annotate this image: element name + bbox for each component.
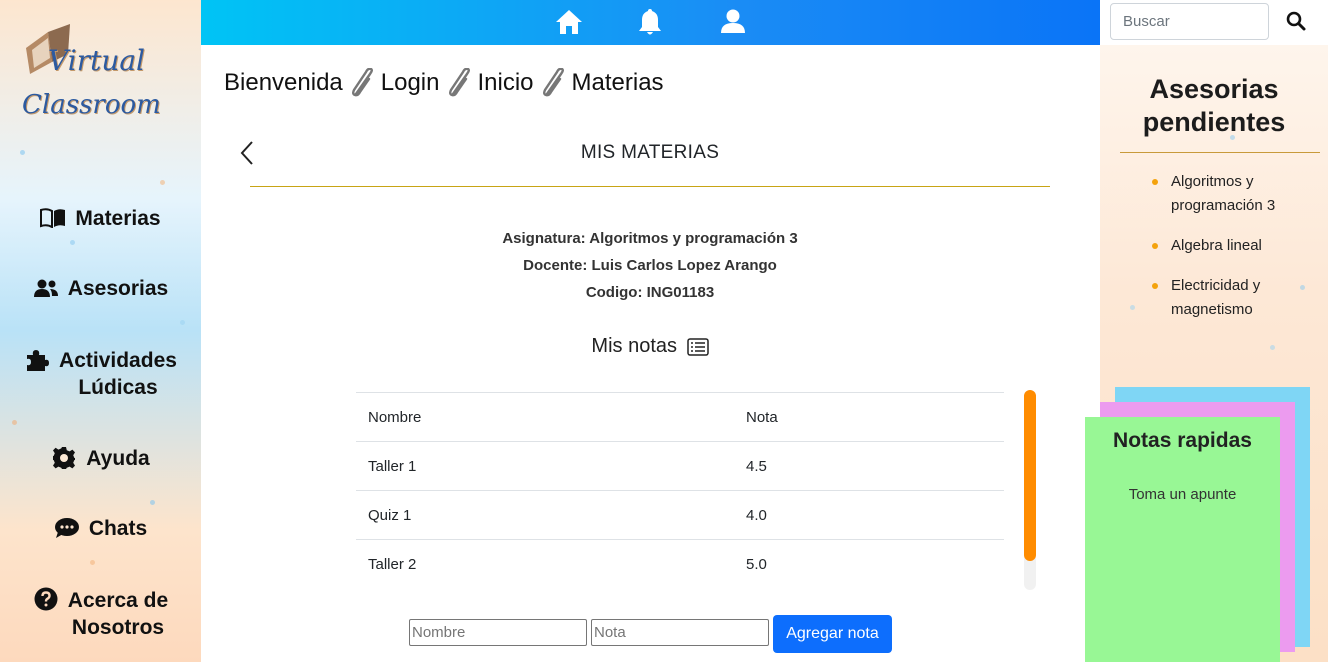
bell-icon[interactable]: [635, 7, 665, 37]
confetti-dot: [20, 150, 25, 155]
pending-advisories-list: Algoritmos y programación 3 Algebra line…: [1150, 170, 1315, 338]
search-input[interactable]: [1110, 3, 1269, 40]
home-icon[interactable]: [554, 7, 584, 37]
list-icon: [686, 337, 709, 356]
grades-heading-text: Mis notas: [591, 335, 678, 357]
confetti-dot: [70, 240, 75, 245]
logo-text-virtual: Virtual: [48, 44, 146, 77]
grade-name-cell: Taller 2: [356, 539, 734, 589]
title-divider: [250, 186, 1050, 187]
book-icon: [40, 207, 66, 229]
paperclip-icon: [448, 68, 470, 97]
pending-advisories-title: Asesorias pendientes: [1142, 74, 1286, 137]
add-grade-button[interactable]: Agregar nota: [773, 615, 892, 653]
grades-table-container[interactable]: Nombre Nota Taller 1 4.5 Quiz 1 4.0 Tall…: [356, 392, 1004, 590]
table-scrollbar-thumb[interactable]: [1024, 390, 1036, 561]
chat-icon: [54, 517, 80, 539]
table-row: Taller 1 4.5: [356, 441, 1004, 491]
column-header-nombre: Nombre: [356, 392, 734, 442]
confetti-dot: [1130, 305, 1135, 310]
list-item[interactable]: Electricidad y magnetismo: [1150, 274, 1315, 322]
breadcrumb-materias[interactable]: Materias: [572, 69, 664, 97]
sidebar-item-materias[interactable]: Materias: [0, 204, 201, 232]
confetti-dot: [160, 180, 165, 185]
user-icon[interactable]: [718, 7, 748, 37]
paperclip-icon: [351, 68, 373, 97]
search-icon[interactable]: [1285, 10, 1307, 32]
list-item[interactable]: Algoritmos y programación 3: [1150, 170, 1315, 218]
quick-notes-input[interactable]: Toma un apunte: [1085, 486, 1280, 503]
virtual-classroom-logo[interactable]: Virtual Classroom: [18, 18, 163, 133]
sidebar-item-actividades-ludicas[interactable]: Actividades Lúdicas: [0, 346, 201, 402]
grade-value-cell: 4.0: [734, 490, 1004, 540]
breadcrumb-inicio[interactable]: Inicio: [478, 69, 534, 97]
confetti-dot: [90, 560, 95, 565]
breadcrumb-login[interactable]: Login: [381, 69, 440, 97]
confetti-dot: [180, 320, 185, 325]
sidebar-item-label: Actividades Lúdicas: [59, 349, 177, 399]
grade-name-cell: Quiz 1: [356, 490, 734, 540]
breadcrumb-bienvenida[interactable]: Bienvenida: [224, 69, 343, 97]
grade-value-cell: 4.5: [734, 441, 1004, 491]
grade-value-cell: 5.0: [734, 539, 1004, 589]
sidebar-item-label: Materias: [75, 206, 161, 230]
breadcrumb: Bienvenida Login Inicio Materias: [224, 68, 664, 98]
sidebar-item-label: Ayuda: [86, 446, 150, 470]
grade-value-input[interactable]: [591, 619, 769, 646]
sidebar-item-chats[interactable]: Chats: [0, 514, 201, 542]
gear-icon: [51, 447, 77, 469]
confetti-dot: [12, 420, 17, 425]
column-header-nota: Nota: [734, 392, 1004, 442]
table-header-row: Nombre Nota: [356, 392, 1004, 442]
list-item[interactable]: Algebra lineal: [1150, 234, 1315, 258]
sidebar-item-asesorias[interactable]: Asesorias: [0, 274, 201, 302]
confetti-dot: [1270, 345, 1275, 350]
sidebar: Virtual Classroom Materias Asesorias Act…: [0, 0, 201, 662]
sidebar-item-label: Asesorias: [67, 276, 169, 300]
table-row: Taller 2 5.0: [356, 539, 1004, 589]
pending-divider: [1120, 152, 1320, 153]
question-icon: [33, 587, 59, 611]
grades-table: Nombre Nota Taller 1 4.5 Quiz 1 4.0 Tall…: [356, 392, 1004, 589]
sidebar-item-acerca-de-nosotros[interactable]: Acerca de Nosotros: [0, 586, 201, 642]
grades-heading: Mis notas: [250, 335, 1050, 358]
users-icon: [33, 277, 59, 299]
sticky-note-green[interactable]: [1085, 417, 1280, 662]
confetti-dot: [150, 500, 155, 505]
sidebar-item-ayuda[interactable]: Ayuda: [0, 444, 201, 472]
logo-text-classroom: Classroom: [22, 90, 161, 120]
paperclip-icon: [542, 68, 564, 97]
grade-name-cell: Taller 1: [356, 441, 734, 491]
quick-notes-title: Notas rapidas: [1113, 429, 1252, 452]
subject-name: Asignatura: Algoritmos y programación 3: [502, 230, 798, 247]
top-navbar: [201, 0, 1100, 45]
teacher-name: Docente: Luis Carlos Lopez Arango: [523, 257, 777, 274]
table-row: Quiz 1 4.0: [356, 490, 1004, 540]
grade-name-input[interactable]: [409, 619, 587, 646]
page-title: MIS MATERIAS: [580, 142, 720, 163]
subject-code: Codigo: ING01183: [585, 284, 715, 301]
puzzle-icon: [24, 349, 50, 371]
sidebar-item-label: Acerca de Nosotros: [67, 589, 169, 639]
sidebar-item-label: Chats: [88, 516, 148, 540]
